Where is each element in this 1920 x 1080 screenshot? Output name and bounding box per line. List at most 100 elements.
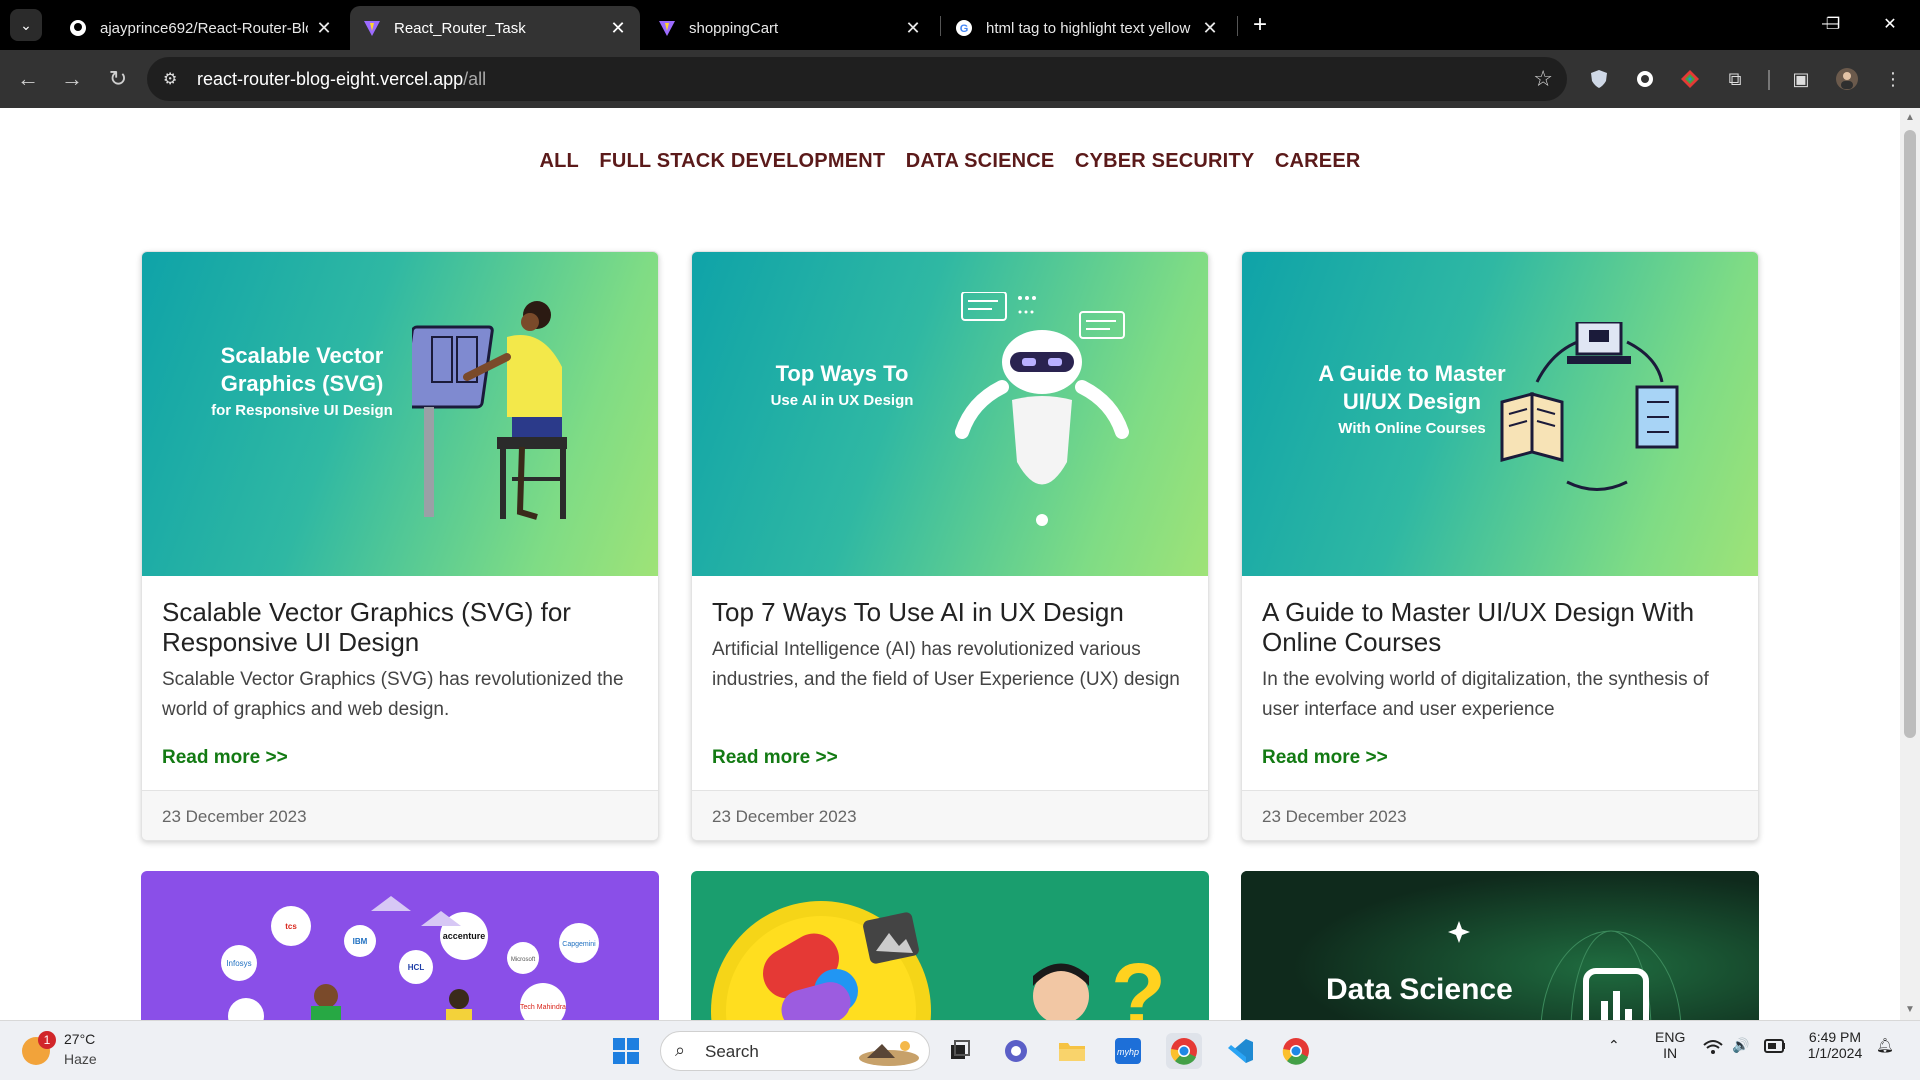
taskbar-search[interactable]: ⌕ Search [660, 1031, 930, 1071]
svg-text:?: ? [1111, 946, 1166, 1020]
wifi-icon[interactable] [1703, 1039, 1723, 1058]
chrome-profile-button[interactable] [1278, 1033, 1314, 1069]
card-title[interactable]: Scalable Vector Graphics (SVG) for Respo… [162, 597, 642, 657]
nav-item-full-stack[interactable]: FULL STACK DEVELOPMENT [599, 150, 885, 173]
chevron-down-icon: ⌄ [20, 16, 32, 33]
category-nav: ALL FULL STACK DEVELOPMENT DATA SCIENCE … [0, 150, 1900, 173]
windows-icon [613, 1038, 639, 1064]
tab-google-search[interactable]: G html tag to highlight text yellow ✕ [942, 6, 1232, 50]
blog-card: Top Ways To Use AI in UX Design Top 7 Wa… [691, 251, 1209, 841]
battery-icon[interactable] [1764, 1039, 1786, 1056]
side-panel-icon[interactable]: ▣ [1786, 64, 1816, 94]
scroll-down-icon[interactable]: ▼ [1904, 1004, 1916, 1016]
nav-item-data-science[interactable]: DATA SCIENCE [906, 150, 1055, 173]
myhp-icon: myhp [1115, 1038, 1141, 1064]
shield-extension-icon[interactable] [1584, 64, 1614, 94]
extensions-puzzle-icon[interactable]: ⧉ [1720, 64, 1750, 94]
url-host: react-router-blog-eight.vercel.app [197, 69, 464, 89]
notification-bell-icon[interactable]: 🔔︎ [1876, 1037, 1894, 1054]
card-body: Top 7 Ways To Use AI in UX Design Artifi… [712, 597, 1192, 695]
card-excerpt: Scalable Vector Graphics (SVG) has revol… [162, 669, 624, 720]
blog-card: A Guide to Master UI/UX Design With Onli… [1241, 251, 1759, 841]
hero-subtitle: With Online Courses [1338, 420, 1486, 437]
new-tab-button[interactable]: + [1245, 10, 1275, 40]
scroll-thumb[interactable] [1904, 130, 1916, 738]
scroll-up-icon[interactable]: ▲ [1904, 112, 1916, 124]
toolbar-separator [1768, 70, 1770, 90]
tab-github[interactable]: ajayprince692/React-Router-Blo ✕ [56, 6, 346, 50]
start-button[interactable] [608, 1033, 644, 1069]
it-companies-illustration: tcs IBM accenture Infosys HCL Microsoft … [221, 896, 599, 1020]
restore-button[interactable]: ❐ [1813, 8, 1853, 40]
logo-accenture: accenture [443, 931, 486, 941]
card-hero-image[interactable]: A Guide to Master UI/UX Design With Onli… [1242, 252, 1758, 576]
vscode-button[interactable] [1222, 1033, 1258, 1069]
more-menu-icon[interactable]: ⋮ [1878, 64, 1908, 94]
tab-search-button[interactable]: ⌄ [10, 9, 42, 41]
profile-avatar[interactable] [1832, 64, 1862, 94]
weather-temperature: 27°C [64, 1031, 96, 1047]
read-more-link[interactable]: Read more >> [1262, 747, 1388, 769]
extension-icon[interactable] [1630, 64, 1660, 94]
nav-item-cyber-security[interactable]: CYBER SECURITY [1075, 150, 1255, 173]
teams-chat-button[interactable] [998, 1033, 1034, 1069]
weather-condition: Haze [64, 1051, 97, 1067]
blog-card-data-science-image[interactable]: Data Science [1241, 871, 1759, 1020]
hero-text: Scalable Vector Graphics (SVG) for Respo… [182, 342, 422, 422]
svg-text:G: G [960, 23, 969, 35]
card-title[interactable]: Top 7 Ways To Use AI in UX Design [712, 597, 1192, 627]
close-icon[interactable]: ✕ [608, 18, 628, 39]
file-explorer-button[interactable] [1054, 1033, 1090, 1069]
color-picker-extension-icon[interactable] [1675, 64, 1705, 94]
hero-title: Top Ways To [775, 361, 909, 386]
chrome-button[interactable] [1166, 1033, 1202, 1069]
card-body: Scalable Vector Graphics (SVG) for Respo… [162, 597, 642, 725]
card-date: 23 December 2023 [142, 790, 658, 840]
card-hero-image[interactable]: Top Ways To Use AI in UX Design [692, 252, 1208, 576]
card-hero-image[interactable]: Scalable Vector Graphics (SVG) for Respo… [142, 252, 658, 576]
hero-text: A Guide to Master UI/UX Design With Onli… [1292, 360, 1532, 440]
search-label: Search [705, 1042, 759, 1061]
show-hidden-icons[interactable]: ⌃ [1608, 1037, 1620, 1054]
language-indicator[interactable]: ENG IN [1655, 1029, 1685, 1061]
task-view-icon [951, 1040, 970, 1059]
blog-card-companies-image[interactable]: tcs IBM accenture Infosys HCL Microsoft … [141, 871, 659, 1020]
tab-react-router-task[interactable]: React_Router_Task ✕ [350, 6, 640, 50]
bookmark-star-icon[interactable]: ☆ [1533, 66, 1553, 92]
reload-button[interactable]: ↻ [102, 63, 134, 95]
back-button[interactable]: ← [12, 63, 44, 95]
card-title[interactable]: A Guide to Master UI/UX Design With Onli… [1262, 597, 1742, 657]
clock[interactable]: 6:49 PM 1/1/2024 [1800, 1029, 1870, 1061]
google-icon: G [954, 18, 974, 38]
read-more-link[interactable]: Read more >> [712, 747, 838, 769]
blog-card-quiz-image[interactable]: ? [691, 871, 1209, 1020]
task-view-button[interactable] [942, 1033, 978, 1069]
robot-illustration [955, 292, 1129, 526]
close-icon[interactable]: ✕ [1200, 18, 1220, 39]
nav-item-all[interactable]: ALL [539, 150, 578, 173]
volume-icon[interactable]: 🔊 [1732, 1037, 1749, 1054]
card-excerpt: Artificial Intelligence (AI) has revolut… [712, 639, 1180, 690]
hero-title: A Guide to Master UI/UX Design [1318, 361, 1506, 414]
read-more-link[interactable]: Read more >> [162, 747, 288, 769]
nav-item-career[interactable]: CAREER [1275, 150, 1361, 173]
myhp-button[interactable]: myhp [1110, 1033, 1146, 1069]
logo-capgemini: Capgemini [562, 941, 596, 948]
page-scrollbar[interactable]: ▲ ▼ [1900, 108, 1920, 1020]
card-date: 23 December 2023 [1242, 790, 1758, 840]
card-excerpt: In the evolving world of digitalization,… [1262, 669, 1709, 720]
page-viewport: ALL FULL STACK DEVELOPMENT DATA SCIENCE … [0, 108, 1900, 1020]
tab-separator [1237, 16, 1238, 36]
forward-button[interactable]: → [56, 63, 88, 95]
close-window-button[interactable]: ✕ [1870, 8, 1910, 40]
notification-badge: 1 [38, 1031, 56, 1049]
chrome-icon [1170, 1038, 1197, 1065]
site-info-icon[interactable]: ⚙ [163, 69, 183, 89]
url-text[interactable]: react-router-blog-eight.vercel.app/all [197, 69, 486, 90]
close-icon[interactable]: ✕ [314, 18, 334, 39]
card-date: 23 December 2023 [692, 790, 1208, 840]
close-icon[interactable]: ✕ [903, 18, 923, 39]
designer-illustration [412, 301, 567, 520]
address-bar[interactable]: ⚙ react-router-blog-eight.vercel.app/all… [147, 57, 1567, 101]
tab-shopping-cart[interactable]: shoppingCart ✕ [645, 6, 935, 50]
